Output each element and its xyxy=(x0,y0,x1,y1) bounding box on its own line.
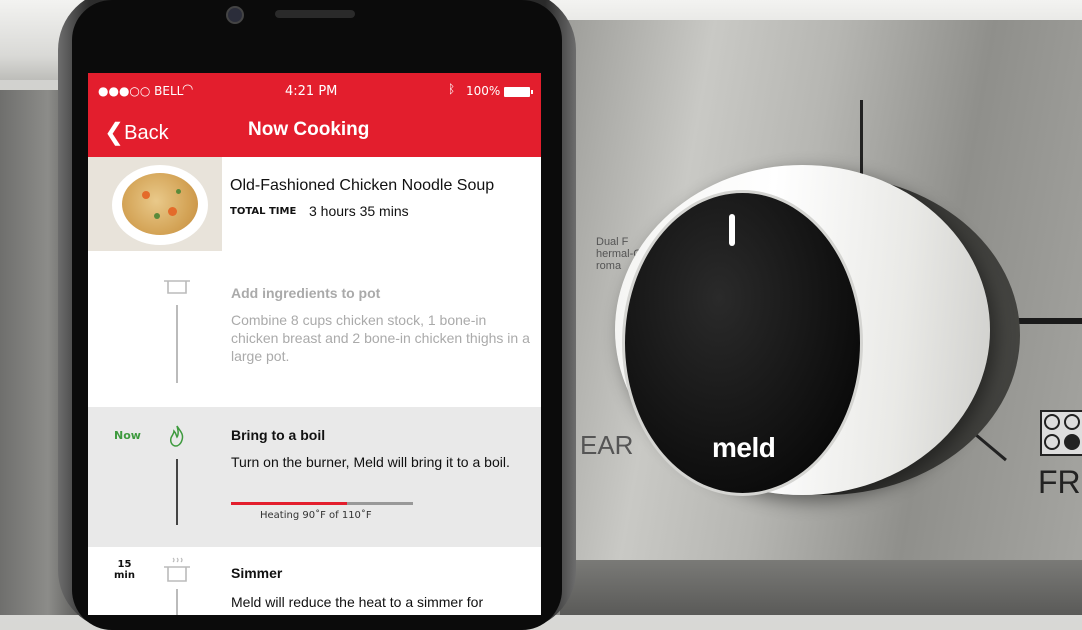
stove-panel-line xyxy=(860,100,863,180)
heating-progress-bar xyxy=(231,502,413,505)
back-label: Back xyxy=(124,122,169,144)
soup-image xyxy=(122,173,198,235)
stove-label-ear: EAR xyxy=(580,430,634,460)
total-time-value: 3 hours 35 mins xyxy=(309,203,409,219)
flame-icon xyxy=(170,425,184,447)
pot-icon xyxy=(164,280,190,294)
knob-indicator xyxy=(729,214,735,246)
knob-logo: meld xyxy=(712,432,776,463)
recipe-thumbnail xyxy=(88,157,222,251)
step-simmer[interactable]: 15 min Simmer Meld will reduce the heat … xyxy=(88,547,541,615)
step-description: Meld will reduce the heat to a simmer fo… xyxy=(231,594,484,610)
stove-bottom xyxy=(560,560,1082,615)
heating-progress-text: Heating 90˚F of 110˚F xyxy=(260,510,372,521)
clock: 4:21 PM xyxy=(285,84,338,99)
page-title: Now Cooking xyxy=(248,119,370,140)
burner-icon xyxy=(1040,410,1082,456)
stove-label-fr: FR xyxy=(1038,464,1081,500)
bluetooth-icon: ᛒ xyxy=(448,82,456,96)
timeline-line xyxy=(176,589,178,615)
step-description: Combine 8 cups chicken stock, 1 bone-in … xyxy=(231,312,530,364)
timeline-line xyxy=(176,459,178,525)
step-add-ingredients[interactable]: Add ingredients to pot Combine 8 cups ch… xyxy=(88,251,541,408)
battery-percent: 100% xyxy=(466,84,501,98)
battery-icon xyxy=(504,87,533,97)
camera-icon xyxy=(226,6,244,24)
back-button[interactable]: ❮Back xyxy=(104,117,169,146)
total-time-label: TOTAL TIME xyxy=(230,206,297,217)
step-title: Bring to a boil xyxy=(231,427,326,443)
steaming-pot-icon xyxy=(164,557,190,582)
step-duration-unit: min xyxy=(114,570,135,581)
timeline-line xyxy=(176,305,178,383)
phone-screen: ●●●○○ BELL ◠ 4:21 PM ᛒ 100% ❮Back Now Co… xyxy=(88,73,541,615)
speaker-grill xyxy=(275,10,355,18)
recipe-name: Old-Fashioned Chicken Noodle Soup xyxy=(230,177,495,194)
heating-progress-fill xyxy=(231,502,348,505)
step-status: Now xyxy=(114,429,141,442)
carrier-label: ●●●○○ BELL xyxy=(98,84,184,98)
step-description: Turn on the burner, Meld will bring it t… xyxy=(231,454,510,470)
carrot-piece xyxy=(168,207,177,216)
step-duration-value: 15 xyxy=(117,559,132,570)
herb-piece xyxy=(176,189,181,194)
step-title: Simmer xyxy=(231,565,283,581)
carrot-piece xyxy=(142,191,150,199)
step-title: Add ingredients to pot xyxy=(231,285,381,301)
step-duration: 15 min xyxy=(114,559,135,581)
chevron-left-icon: ❮ xyxy=(104,119,125,146)
herb-piece xyxy=(154,213,160,219)
wifi-icon: ◠ xyxy=(182,82,194,97)
header-bar: ●●●○○ BELL ◠ 4:21 PM ᛒ 100% ❮Back Now Co… xyxy=(88,73,541,157)
step-bring-to-boil[interactable]: Now Bring to a boil Turn on the burner, … xyxy=(88,407,541,547)
recipe-card[interactable]: Old-Fashioned Chicken Noodle Soup TOTAL … xyxy=(88,157,541,252)
